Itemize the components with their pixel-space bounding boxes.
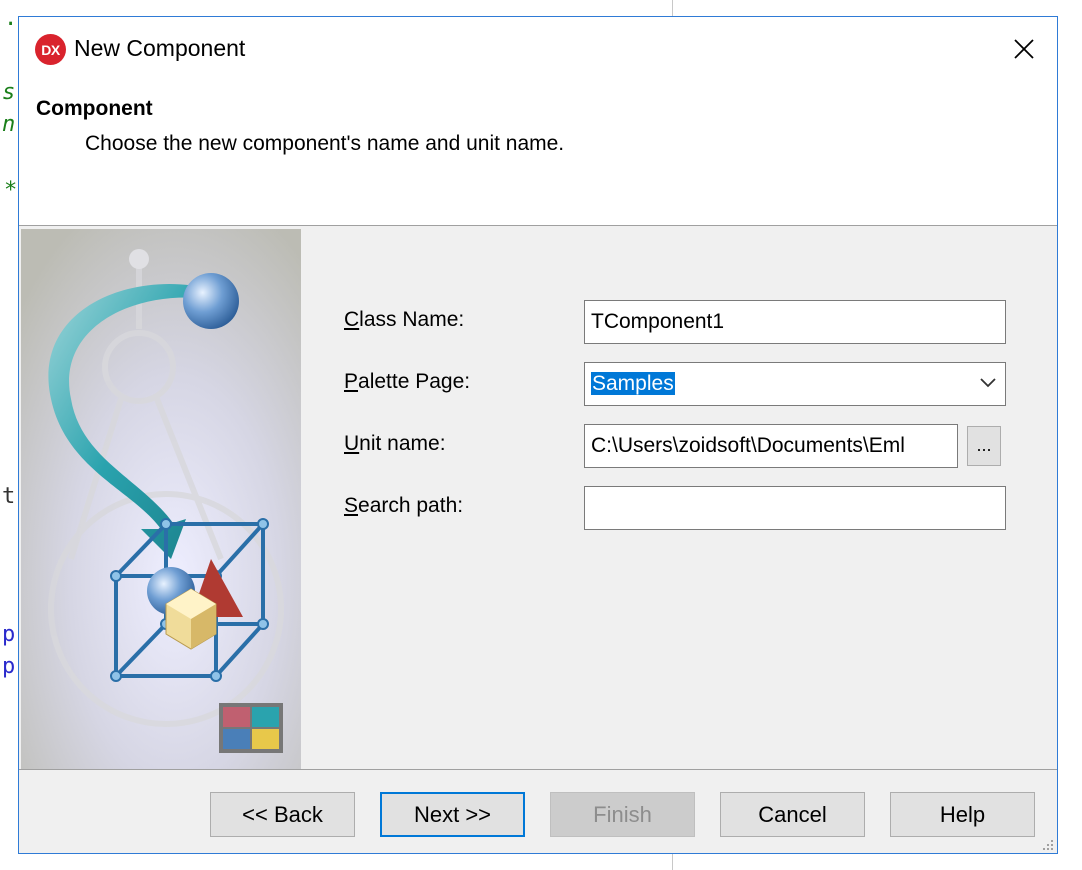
back-button[interactable]: << Back bbox=[210, 792, 355, 837]
page-title: Component bbox=[36, 97, 153, 120]
page-subtitle: Choose the new component's name and unit… bbox=[85, 132, 565, 155]
editor-fragment: n bbox=[2, 112, 16, 137]
browse-button[interactable]: ... bbox=[967, 426, 1001, 466]
palette-page-label: Palette Page: bbox=[344, 370, 471, 393]
unit-name-label: Unit name: bbox=[344, 432, 446, 455]
wizard-header: Component Choose the new component's nam… bbox=[19, 81, 1057, 226]
class-name-label: Class Name: bbox=[344, 308, 465, 331]
palette-page-selected-text: Samples bbox=[591, 372, 675, 395]
search-path-input[interactable] bbox=[584, 486, 1006, 530]
editor-fragment: t bbox=[2, 484, 16, 509]
button-bar: << Back Next >> Finish Cancel Help bbox=[19, 769, 1057, 854]
title-bar[interactable]: DX New Component bbox=[19, 17, 1057, 81]
finish-button[interactable]: Finish bbox=[550, 792, 695, 837]
editor-fragment: s bbox=[2, 80, 16, 105]
search-path-label: Search path: bbox=[344, 494, 464, 517]
app-logo-icon: DX bbox=[35, 34, 66, 65]
class-name-input[interactable]: TComponent1 bbox=[584, 300, 1006, 344]
window-title: New Component bbox=[74, 35, 246, 61]
editor-fragment: p bbox=[2, 654, 16, 679]
close-icon bbox=[1014, 39, 1034, 59]
editor-fragment: . bbox=[4, 6, 18, 31]
editor-fragment: * bbox=[4, 178, 18, 203]
new-component-dialog: DX New Component Component Choose the ne… bbox=[18, 16, 1058, 854]
close-button[interactable] bbox=[991, 17, 1057, 81]
palette-page-combobox[interactable]: Samples bbox=[584, 362, 1006, 406]
unit-name-input[interactable]: C:\Users\zoidsoft\Documents\Eml bbox=[584, 424, 958, 468]
next-button[interactable]: Next >> bbox=[380, 792, 525, 837]
wizard-illustration bbox=[21, 229, 301, 769]
resize-grip-icon[interactable] bbox=[1039, 836, 1055, 852]
component-form: Class Name: TComponent1 Palette Page: Sa… bbox=[301, 226, 1057, 769]
cancel-button[interactable]: Cancel bbox=[720, 792, 865, 837]
help-button[interactable]: Help bbox=[890, 792, 1035, 837]
editor-fragment: p bbox=[2, 622, 16, 647]
chevron-down-icon bbox=[980, 378, 996, 388]
